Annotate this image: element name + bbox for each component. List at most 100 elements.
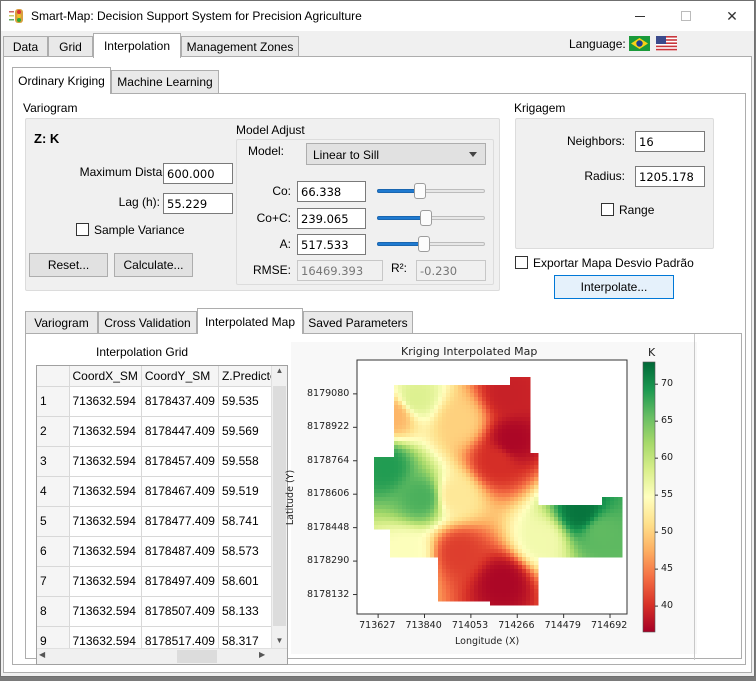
co-input[interactable]: 66.338 bbox=[297, 181, 366, 202]
y-axis-label: Latitude (Y) bbox=[285, 469, 297, 526]
interpolate-button[interactable]: Interpolate... bbox=[554, 275, 674, 299]
table-row[interactable]: 8 713632.594 8178507.409 58.133 bbox=[37, 596, 287, 627]
maximize-button[interactable] bbox=[663, 1, 709, 31]
interpolation-grid-table[interactable]: CoordX_SM CoordY_SM Z.Predicted 1 713632.59… bbox=[36, 365, 288, 665]
table-cell[interactable]: 713632.594 bbox=[69, 536, 142, 567]
heatmap-cell bbox=[486, 425, 491, 430]
range-a-input[interactable]: 517.533 bbox=[297, 234, 366, 255]
heatmap-cell bbox=[486, 577, 491, 582]
row-header[interactable]: 6 bbox=[37, 536, 70, 567]
row-header[interactable]: 8 bbox=[37, 596, 70, 627]
table-cell[interactable]: 713632.594 bbox=[69, 476, 142, 507]
column-header[interactable] bbox=[37, 366, 70, 387]
tab-ordinary-kriging[interactable]: Ordinary Kriging bbox=[12, 67, 111, 94]
heatmap-cell bbox=[374, 497, 379, 502]
heatmap-cell bbox=[414, 393, 419, 398]
lag-input[interactable]: 55.229 bbox=[163, 193, 233, 214]
column-header[interactable]: CoordX_SM bbox=[69, 366, 142, 387]
table-row[interactable]: 4 713632.594 8178467.409 59.519 bbox=[37, 476, 287, 507]
heatmap-cell bbox=[518, 489, 523, 494]
table-cell[interactable]: 8178507.409 bbox=[141, 596, 219, 627]
tab-management-zones[interactable]: Management Zones bbox=[181, 36, 299, 57]
calculate-button[interactable]: Calculate... bbox=[114, 253, 193, 277]
table-cell[interactable]: 8178497.409 bbox=[141, 566, 219, 597]
heatmap-cell bbox=[470, 549, 475, 554]
table-cell[interactable]: 713632.594 bbox=[69, 566, 142, 597]
horizontal-scrollbar[interactable]: ◀ ▶ bbox=[37, 648, 287, 664]
heatmap-cell bbox=[394, 481, 399, 486]
table-cell[interactable]: 8178487.409 bbox=[141, 536, 219, 567]
row-header[interactable]: 1 bbox=[37, 386, 70, 417]
sample-variance-checkbox[interactable] bbox=[76, 223, 89, 236]
heatmap-cell bbox=[510, 541, 515, 546]
range-a-slider[interactable] bbox=[377, 236, 485, 252]
slider-handle[interactable] bbox=[418, 236, 430, 252]
heatmap-cell bbox=[462, 573, 467, 578]
tab-machine-learning[interactable]: Machine Learning bbox=[111, 70, 219, 93]
heatmap-cell bbox=[394, 489, 399, 494]
usa-flag-icon[interactable] bbox=[656, 36, 677, 51]
table-row[interactable]: 2 713632.594 8178447.409 59.569 bbox=[37, 416, 287, 447]
column-header[interactable]: CoordY_SM bbox=[141, 366, 219, 387]
scroll-hthumb[interactable] bbox=[177, 650, 217, 663]
heatmap-cell bbox=[470, 457, 475, 462]
brazil-flag-icon[interactable] bbox=[629, 36, 650, 51]
row-header[interactable]: 2 bbox=[37, 416, 70, 447]
row-header[interactable]: 4 bbox=[37, 476, 70, 507]
scroll-right-icon[interactable]: ▶ bbox=[259, 650, 265, 659]
row-header[interactable]: 5 bbox=[37, 506, 70, 537]
tab-cross-validation[interactable]: Cross Validation bbox=[98, 311, 197, 333]
heatmap-cell bbox=[486, 517, 491, 522]
heatmap-cell bbox=[514, 465, 519, 470]
table-cell[interactable]: 713632.594 bbox=[69, 596, 142, 627]
heatmap-cell bbox=[438, 529, 443, 534]
radius-input[interactable]: 1205.178 bbox=[635, 166, 705, 187]
table-cell[interactable]: 713632.594 bbox=[69, 506, 142, 537]
slider-handle[interactable] bbox=[414, 183, 426, 199]
table-cell[interactable]: 8178457.409 bbox=[141, 446, 219, 477]
scroll-thumb[interactable] bbox=[273, 386, 286, 626]
row-header[interactable]: 7 bbox=[37, 566, 70, 597]
slider-handle[interactable] bbox=[420, 210, 432, 226]
table-row[interactable]: 5 713632.594 8178477.409 58.741 bbox=[37, 506, 287, 537]
tab-interpolation[interactable]: Interpolation bbox=[93, 33, 181, 58]
heatmap-cell bbox=[482, 529, 487, 534]
tab-variogram[interactable]: Variogram bbox=[25, 311, 98, 333]
tab-data[interactable]: Data bbox=[3, 36, 48, 57]
heatmap-cell bbox=[470, 393, 475, 398]
table-row[interactable]: 7 713632.594 8178497.409 58.601 bbox=[37, 566, 287, 597]
table-cell[interactable]: 713632.594 bbox=[69, 386, 142, 417]
table-cell[interactable]: 8178477.409 bbox=[141, 506, 219, 537]
tab-interpolated-map[interactable]: Interpolated Map bbox=[197, 308, 303, 334]
neighbors-input[interactable]: 16 bbox=[635, 131, 705, 152]
co-slider[interactable] bbox=[377, 183, 485, 199]
tab-grid[interactable]: Grid bbox=[48, 36, 93, 57]
table-row[interactable]: 1 713632.594 8178437.409 59.535 bbox=[37, 386, 287, 417]
model-dropdown[interactable]: Linear to Sill bbox=[306, 143, 486, 165]
table-cell[interactable]: 8178437.409 bbox=[141, 386, 219, 417]
table-cell[interactable]: 713632.594 bbox=[69, 416, 142, 447]
heatmap-cell bbox=[482, 549, 487, 554]
range-checkbox[interactable] bbox=[601, 203, 614, 216]
heatmap-cell bbox=[526, 601, 531, 606]
sill-slider[interactable] bbox=[377, 210, 485, 226]
table-cell[interactable]: 8178467.409 bbox=[141, 476, 219, 507]
row-header[interactable]: 3 bbox=[37, 446, 70, 477]
close-button[interactable]: ✕ bbox=[709, 1, 755, 31]
minimize-button[interactable] bbox=[617, 1, 663, 31]
heatmap-cell bbox=[398, 401, 403, 406]
scroll-up-icon[interactable]: ▲ bbox=[272, 366, 287, 380]
table-row[interactable]: 3 713632.594 8178457.409 59.558 bbox=[37, 446, 287, 477]
table-cell[interactable]: 713632.594 bbox=[69, 446, 142, 477]
heatmap-cell bbox=[454, 589, 459, 594]
export-std-map-checkbox[interactable] bbox=[515, 256, 528, 269]
sill-input[interactable]: 239.065 bbox=[297, 208, 366, 229]
tab-saved-parameters[interactable]: Saved Parameters bbox=[303, 311, 413, 333]
reset-button[interactable]: Reset... bbox=[29, 253, 108, 277]
table-row[interactable]: 6 713632.594 8178487.409 58.573 bbox=[37, 536, 287, 567]
max-distance-input[interactable]: 600.000 bbox=[163, 163, 233, 184]
table-cell[interactable]: 8178447.409 bbox=[141, 416, 219, 447]
scroll-left-icon[interactable]: ◀ bbox=[39, 650, 45, 659]
heatmap-cell bbox=[446, 393, 451, 398]
heatmap-cell bbox=[506, 389, 511, 394]
